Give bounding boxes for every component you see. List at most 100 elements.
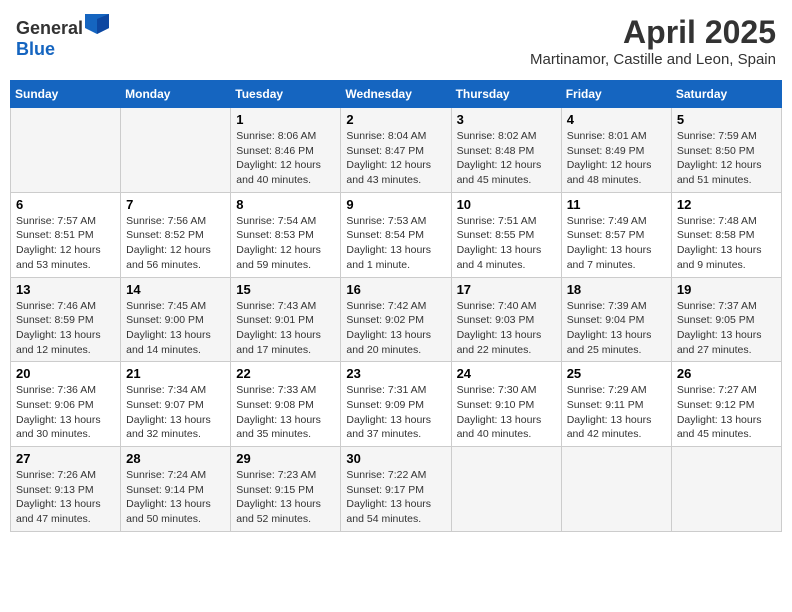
day-info: Sunrise: 7:54 AMSunset: 8:53 PMDaylight:…	[236, 214, 335, 273]
day-of-week-header: Monday	[121, 81, 231, 108]
logo-icon	[85, 14, 109, 34]
day-info: Sunrise: 8:01 AMSunset: 8:49 PMDaylight:…	[567, 129, 666, 188]
calendar-cell: 4 Sunrise: 8:01 AMSunset: 8:49 PMDaylight…	[561, 108, 671, 193]
day-info: Sunrise: 7:23 AMSunset: 9:15 PMDaylight:…	[236, 468, 335, 527]
day-info: Sunrise: 7:30 AMSunset: 9:10 PMDaylight:…	[457, 383, 556, 442]
calendar-cell: 10 Sunrise: 7:51 AMSunset: 8:55 PMDayligh…	[451, 192, 561, 277]
calendar-cell: 3 Sunrise: 8:02 AMSunset: 8:48 PMDaylight…	[451, 108, 561, 193]
day-of-week-header: Saturday	[671, 81, 781, 108]
calendar-cell: 13Sunrise: 7:46 AMSunset: 8:59 PMDayligh…	[11, 277, 121, 362]
day-info: Sunrise: 7:36 AMSunset: 9:06 PMDaylight:…	[16, 383, 115, 442]
day-info: Sunrise: 7:53 AMSunset: 8:54 PMDaylight:…	[346, 214, 445, 273]
calendar-cell: 5 Sunrise: 7:59 AMSunset: 8:50 PMDaylight…	[671, 108, 781, 193]
day-number: 13	[16, 282, 115, 297]
calendar-cell	[121, 108, 231, 193]
day-number: 19	[677, 282, 776, 297]
day-of-week-header: Friday	[561, 81, 671, 108]
calendar-cell: 17Sunrise: 7:40 AMSunset: 9:03 PMDayligh…	[451, 277, 561, 362]
calendar-week-row: 6 Sunrise: 7:57 AMSunset: 8:51 PMDaylight…	[11, 192, 782, 277]
title-block: April 2025 Martinamor, Castille and Leon…	[530, 14, 776, 68]
day-info: Sunrise: 7:29 AMSunset: 9:11 PMDaylight:…	[567, 383, 666, 442]
day-number: 12	[677, 197, 776, 212]
calendar-header-row: SundayMondayTuesdayWednesdayThursdayFrid…	[11, 81, 782, 108]
day-info: Sunrise: 8:06 AMSunset: 8:46 PMDaylight:…	[236, 129, 335, 188]
day-info: Sunrise: 7:57 AMSunset: 8:51 PMDaylight:…	[16, 214, 115, 273]
calendar-cell: 29 Sunrise: 7:23 AMSunset: 9:15 PMDayligh…	[231, 447, 341, 532]
day-number: 18	[567, 282, 666, 297]
calendar-week-row: 1 Sunrise: 8:06 AMSunset: 8:46 PMDaylight…	[11, 108, 782, 193]
day-number: 28	[126, 451, 225, 466]
calendar-cell: 7 Sunrise: 7:56 AMSunset: 8:52 PMDaylight…	[121, 192, 231, 277]
day-number: 4	[567, 112, 666, 127]
calendar-cell: 26 Sunrise: 7:27 AMSunset: 9:12 PMDayligh…	[671, 362, 781, 447]
calendar-cell: 28 Sunrise: 7:24 AMSunset: 9:14 PMDayligh…	[121, 447, 231, 532]
logo-blue: Blue	[16, 39, 55, 59]
day-number: 11	[567, 197, 666, 212]
day-number: 17	[457, 282, 556, 297]
calendar-week-row: 13Sunrise: 7:46 AMSunset: 8:59 PMDayligh…	[11, 277, 782, 362]
day-info: Sunrise: 7:26 AMSunset: 9:13 PMDaylight:…	[16, 468, 115, 527]
day-number: 15	[236, 282, 335, 297]
day-info: Sunrise: 7:39 AMSunset: 9:04 PMDaylight:…	[567, 299, 666, 358]
day-info: Sunrise: 7:37 AMSunset: 9:05 PMDaylight:…	[677, 299, 776, 358]
calendar-cell: 2 Sunrise: 8:04 AMSunset: 8:47 PMDaylight…	[341, 108, 451, 193]
day-of-week-header: Wednesday	[341, 81, 451, 108]
day-number: 3	[457, 112, 556, 127]
calendar-cell: 30 Sunrise: 7:22 AMSunset: 9:17 PMDayligh…	[341, 447, 451, 532]
calendar-cell: 12 Sunrise: 7:48 AMSunset: 8:58 PMDayligh…	[671, 192, 781, 277]
calendar-cell: 6 Sunrise: 7:57 AMSunset: 8:51 PMDaylight…	[11, 192, 121, 277]
calendar-cell: 20Sunrise: 7:36 AMSunset: 9:06 PMDayligh…	[11, 362, 121, 447]
day-info: Sunrise: 7:48 AMSunset: 8:58 PMDaylight:…	[677, 214, 776, 273]
calendar-cell: 18 Sunrise: 7:39 AMSunset: 9:04 PMDayligh…	[561, 277, 671, 362]
calendar-week-row: 27 Sunrise: 7:26 AMSunset: 9:13 PMDayligh…	[11, 447, 782, 532]
calendar-cell: 9 Sunrise: 7:53 AMSunset: 8:54 PMDaylight…	[341, 192, 451, 277]
calendar-table: SundayMondayTuesdayWednesdayThursdayFrid…	[10, 80, 782, 532]
day-number: 21	[126, 366, 225, 381]
day-of-week-header: Tuesday	[231, 81, 341, 108]
day-info: Sunrise: 7:45 AMSunset: 9:00 PMDaylight:…	[126, 299, 225, 358]
day-number: 27	[16, 451, 115, 466]
day-number: 9	[346, 197, 445, 212]
day-number: 8	[236, 197, 335, 212]
day-number: 7	[126, 197, 225, 212]
calendar-cell: 14Sunrise: 7:45 AMSunset: 9:00 PMDayligh…	[121, 277, 231, 362]
day-number: 29	[236, 451, 335, 466]
day-number: 25	[567, 366, 666, 381]
day-number: 2	[346, 112, 445, 127]
day-info: Sunrise: 7:49 AMSunset: 8:57 PMDaylight:…	[567, 214, 666, 273]
calendar-week-row: 20Sunrise: 7:36 AMSunset: 9:06 PMDayligh…	[11, 362, 782, 447]
day-number: 30	[346, 451, 445, 466]
day-number: 5	[677, 112, 776, 127]
day-number: 1	[236, 112, 335, 127]
day-number: 22	[236, 366, 335, 381]
day-info: Sunrise: 7:24 AMSunset: 9:14 PMDaylight:…	[126, 468, 225, 527]
calendar-cell	[11, 108, 121, 193]
day-info: Sunrise: 8:04 AMSunset: 8:47 PMDaylight:…	[346, 129, 445, 188]
day-info: Sunrise: 8:02 AMSunset: 8:48 PMDaylight:…	[457, 129, 556, 188]
calendar-cell: 21 Sunrise: 7:34 AMSunset: 9:07 PMDayligh…	[121, 362, 231, 447]
day-info: Sunrise: 7:22 AMSunset: 9:17 PMDaylight:…	[346, 468, 445, 527]
calendar-cell: 19 Sunrise: 7:37 AMSunset: 9:05 PMDayligh…	[671, 277, 781, 362]
day-number: 23	[346, 366, 445, 381]
day-of-week-header: Thursday	[451, 81, 561, 108]
day-info: Sunrise: 7:56 AMSunset: 8:52 PMDaylight:…	[126, 214, 225, 273]
day-info: Sunrise: 7:33 AMSunset: 9:08 PMDaylight:…	[236, 383, 335, 442]
day-info: Sunrise: 7:27 AMSunset: 9:12 PMDaylight:…	[677, 383, 776, 442]
day-info: Sunrise: 7:59 AMSunset: 8:50 PMDaylight:…	[677, 129, 776, 188]
calendar-cell: 23 Sunrise: 7:31 AMSunset: 9:09 PMDayligh…	[341, 362, 451, 447]
location-title: Martinamor, Castille and Leon, Spain	[530, 51, 776, 68]
day-info: Sunrise: 7:34 AMSunset: 9:07 PMDaylight:…	[126, 383, 225, 442]
calendar-cell: 22 Sunrise: 7:33 AMSunset: 9:08 PMDayligh…	[231, 362, 341, 447]
day-info: Sunrise: 7:51 AMSunset: 8:55 PMDaylight:…	[457, 214, 556, 273]
calendar-cell: 1 Sunrise: 8:06 AMSunset: 8:46 PMDaylight…	[231, 108, 341, 193]
month-title: April 2025	[530, 14, 776, 51]
day-number: 6	[16, 197, 115, 212]
day-number: 10	[457, 197, 556, 212]
day-number: 26	[677, 366, 776, 381]
calendar-cell: 11 Sunrise: 7:49 AMSunset: 8:57 PMDayligh…	[561, 192, 671, 277]
day-info: Sunrise: 7:31 AMSunset: 9:09 PMDaylight:…	[346, 383, 445, 442]
day-number: 16	[346, 282, 445, 297]
calendar-cell: 24Sunrise: 7:30 AMSunset: 9:10 PMDayligh…	[451, 362, 561, 447]
logo: General Blue	[16, 14, 109, 60]
page-header: General Blue April 2025 Martinamor, Cast…	[10, 10, 782, 72]
